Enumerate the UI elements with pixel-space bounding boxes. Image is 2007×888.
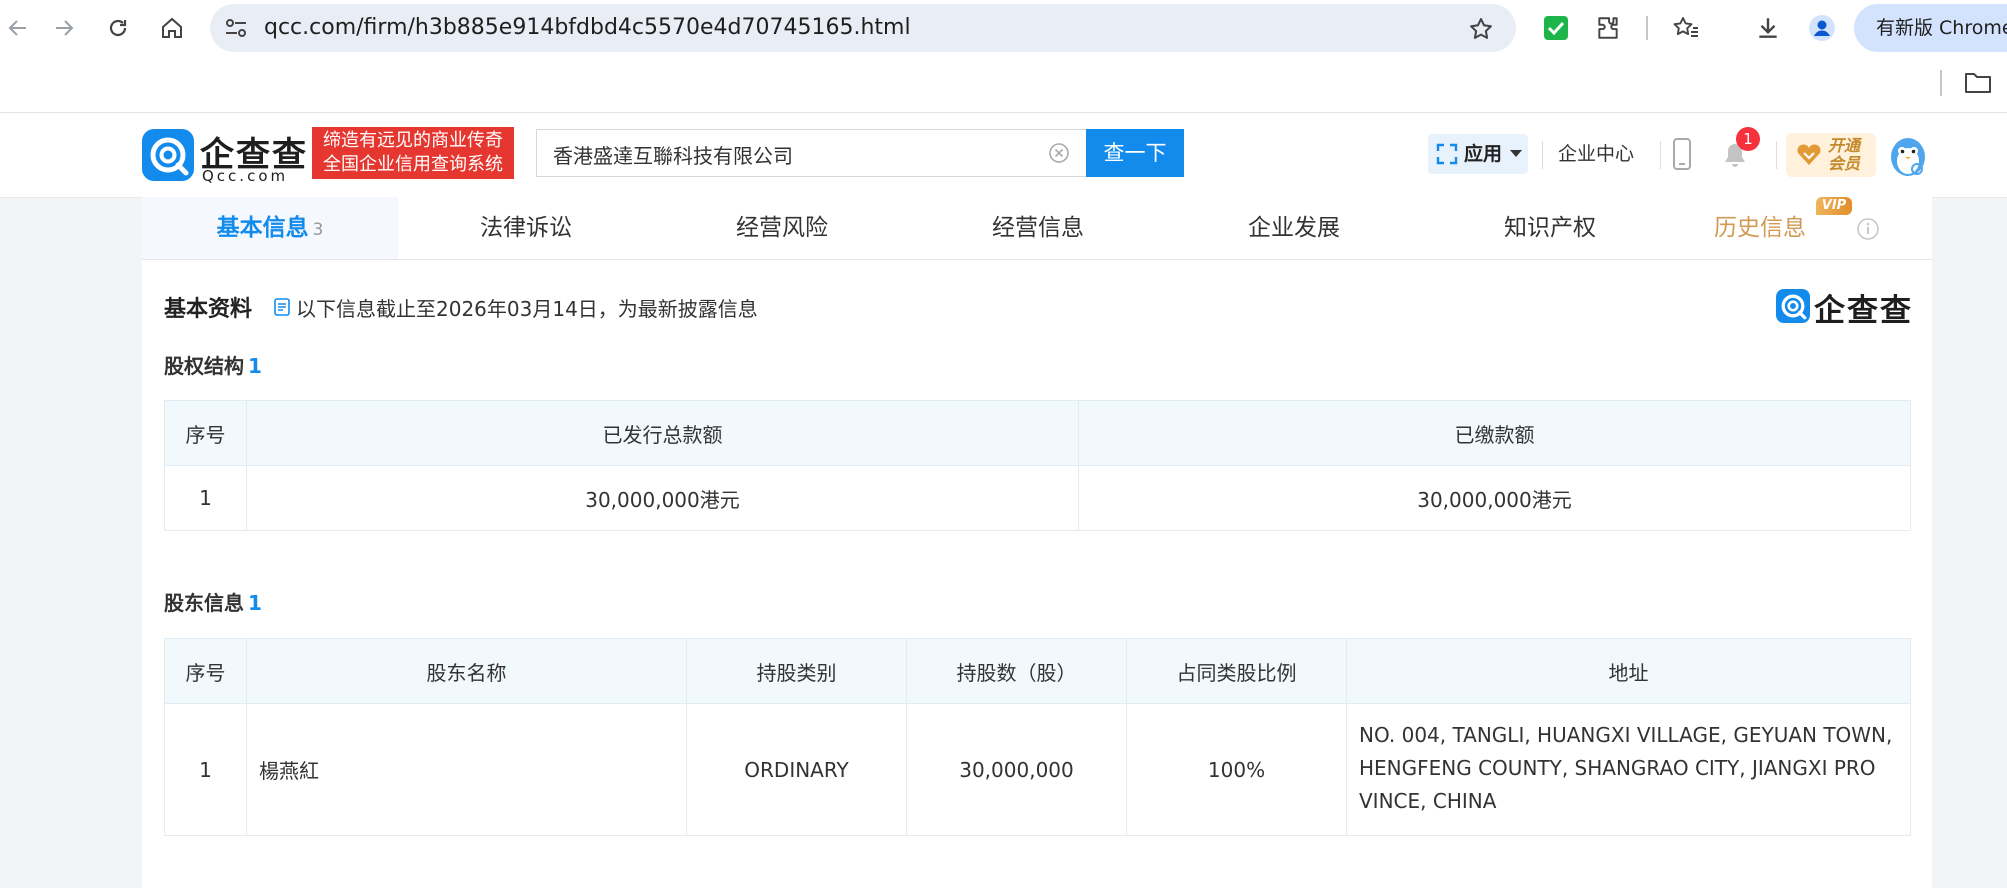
- address-line: NO. 004, TANGLI, HUANGXI VILLAGE, GEYUAN…: [1359, 723, 1893, 747]
- apps-menu-button[interactable]: 应用: [1428, 134, 1528, 174]
- document-icon: [274, 298, 290, 316]
- forward-icon[interactable]: [46, 10, 82, 46]
- scan-frame-icon: [1436, 143, 1458, 165]
- slogan-line-1: 缔造有远见的商业传奇: [323, 130, 503, 151]
- back-icon[interactable]: [0, 10, 36, 46]
- shareholder-table: 序号 股东名称 持股类别 持股数（股） 占同类股比例 地址 1 楊燕紅 ORDI…: [164, 638, 1911, 836]
- chrome-update-button[interactable]: 有新版 Chrome: [1854, 4, 2007, 52]
- tab-bar: 基本信息 3 法律诉讼 经营风险 经营信息 企业发展 知识产权 历史信息 VIP: [142, 197, 1932, 260]
- cell-share-class: ORDINARY: [686, 703, 907, 836]
- profile-icon[interactable]: [1806, 12, 1838, 44]
- cell-no: 1: [164, 465, 247, 531]
- table-row: 1 楊燕紅 ORDINARY 30,000,000 100% NO. 004, …: [164, 703, 1911, 836]
- tab-business-info[interactable]: 经营信息: [910, 197, 1166, 259]
- tab-development[interactable]: 企业发展: [1166, 197, 1422, 259]
- header-cell: 占同类股比例: [1126, 638, 1347, 704]
- header-divider: [1660, 141, 1661, 169]
- cell-address: NO. 004, TANGLI, HUANGXI VILLAGE, GEYUAN…: [1346, 703, 1911, 836]
- cell-issued-amount: 30,000,000港元: [246, 465, 1079, 531]
- cell-share-count: 30,000,000: [906, 703, 1127, 836]
- address-line: HENGFENG COUNTY, SHANGRAO CITY, JIANGXI …: [1359, 756, 1876, 780]
- apps-label: 应用: [1464, 143, 1503, 165]
- search-box: [536, 129, 1086, 178]
- folder-icon[interactable]: [1964, 70, 1992, 94]
- search-input[interactable]: [551, 130, 1035, 178]
- header-cell: 序号: [164, 400, 247, 466]
- update-note: 以下信息截止至2026年03月14日，为最新披露信息: [296, 297, 758, 321]
- home-icon[interactable]: [154, 10, 190, 46]
- shareholder-count: 1: [248, 591, 262, 615]
- table-header-row: 序号 已发行总款额 已缴款额: [164, 400, 1911, 466]
- address-bar[interactable]: qcc.com/firm/h3b885e914bfdbd4c5570e4d707…: [210, 4, 1516, 52]
- header-cell: 股东名称: [246, 638, 687, 704]
- bookmark-star-icon[interactable]: [1468, 16, 1494, 42]
- tab-business-risk[interactable]: 经营风险: [654, 197, 910, 259]
- clear-search-icon[interactable]: [1049, 143, 1069, 163]
- qcc-watermark-text: 企查查: [1814, 293, 1913, 329]
- equity-count: 1: [248, 354, 262, 378]
- shareholder-name-link[interactable]: 楊燕紅: [246, 703, 687, 836]
- bookmarks-divider: [1940, 70, 1942, 96]
- tab-ip[interactable]: 知识产权: [1422, 197, 1678, 259]
- equity-section-title: 股权结构 1: [164, 350, 262, 379]
- site-header: 企查查 Qcc.com 缔造有远见的商业传奇 全国企业信用查询系统 查一下 应用…: [0, 113, 2007, 198]
- cell-share-ratio: 100%: [1126, 703, 1347, 836]
- shareholder-section-title: 股东信息 1: [164, 587, 262, 616]
- notification-badge: 1: [1736, 127, 1760, 151]
- vip-line-1: 开通: [1828, 136, 1861, 155]
- qcc-watermark-icon: [1776, 289, 1810, 323]
- header-cell: 地址: [1346, 638, 1911, 704]
- tab-label: 基本信息: [216, 215, 309, 241]
- info-icon[interactable]: [1856, 217, 1880, 241]
- header-cell: 已发行总款额: [246, 400, 1079, 466]
- slogan-banner: 缔造有远见的商业传奇 全国企业信用查询系统: [312, 127, 514, 179]
- vip-tag: VIP: [1816, 197, 1852, 215]
- search-button[interactable]: 查一下: [1086, 129, 1184, 177]
- tab-legal[interactable]: 法律诉讼: [398, 197, 654, 259]
- download-icon[interactable]: [1752, 12, 1784, 44]
- slogan-line-2: 全国企业信用查询系统: [323, 154, 503, 175]
- cell-no: 1: [164, 703, 247, 836]
- browser-toolbar: qcc.com/firm/h3b885e914bfdbd4c5570e4d707…: [0, 0, 2007, 56]
- vip-heart-icon: [1796, 144, 1822, 166]
- qcc-logo-icon[interactable]: [142, 129, 194, 181]
- address-line: VINCE, CHINA: [1359, 789, 1497, 813]
- enterprise-center-link[interactable]: 企业中心: [1558, 134, 1634, 174]
- equity-title: 股权结构: [164, 354, 244, 378]
- tab-count: 3: [312, 220, 324, 240]
- user-avatar[interactable]: [1884, 131, 1932, 179]
- logo-domain-text: Qcc.com: [202, 167, 289, 185]
- company-detail-card: 基本信息 3 法律诉讼 经营风险 经营信息 企业发展 知识产权 历史信息 VIP …: [142, 197, 1932, 888]
- tab-basic-info[interactable]: 基本信息 3: [142, 197, 398, 259]
- equity-table: 序号 已发行总款额 已缴款额 1 30,000,000港元 30,000,000…: [164, 400, 1911, 531]
- favorites-icon[interactable]: [1670, 12, 1702, 44]
- bookmarks-bar: [0, 56, 2007, 113]
- caret-down-icon: [1510, 150, 1522, 158]
- open-vip-button[interactable]: 开通 会员: [1786, 133, 1876, 177]
- table-header-row: 序号 股东名称 持股类别 持股数（股） 占同类股比例 地址: [164, 638, 1911, 704]
- vip-line-2: 会员: [1828, 154, 1861, 173]
- cell-paid-amount: 30,000,000港元: [1078, 465, 1911, 531]
- toolbar-divider: [1646, 16, 1648, 40]
- section-title: 基本资料: [164, 297, 253, 322]
- mobile-phone-icon[interactable]: [1672, 137, 1692, 171]
- header-divider: [1542, 141, 1543, 169]
- header-cell: 持股类别: [686, 638, 907, 704]
- table-row: 1 30,000,000港元 30,000,000港元: [164, 465, 1911, 531]
- extensions-puzzle-icon[interactable]: [1592, 12, 1624, 44]
- url-text: qcc.com/firm/h3b885e914bfdbd4c5570e4d707…: [264, 15, 911, 40]
- site-settings-icon[interactable]: [224, 17, 248, 39]
- header-cell: 已缴款额: [1078, 400, 1911, 466]
- extension-check-icon[interactable]: [1540, 12, 1572, 44]
- shareholder-title: 股东信息: [164, 591, 244, 615]
- header-cell: 持股数（股）: [906, 638, 1127, 704]
- header-divider: [1776, 141, 1777, 169]
- header-cell: 序号: [164, 638, 247, 704]
- reload-icon[interactable]: [100, 10, 136, 46]
